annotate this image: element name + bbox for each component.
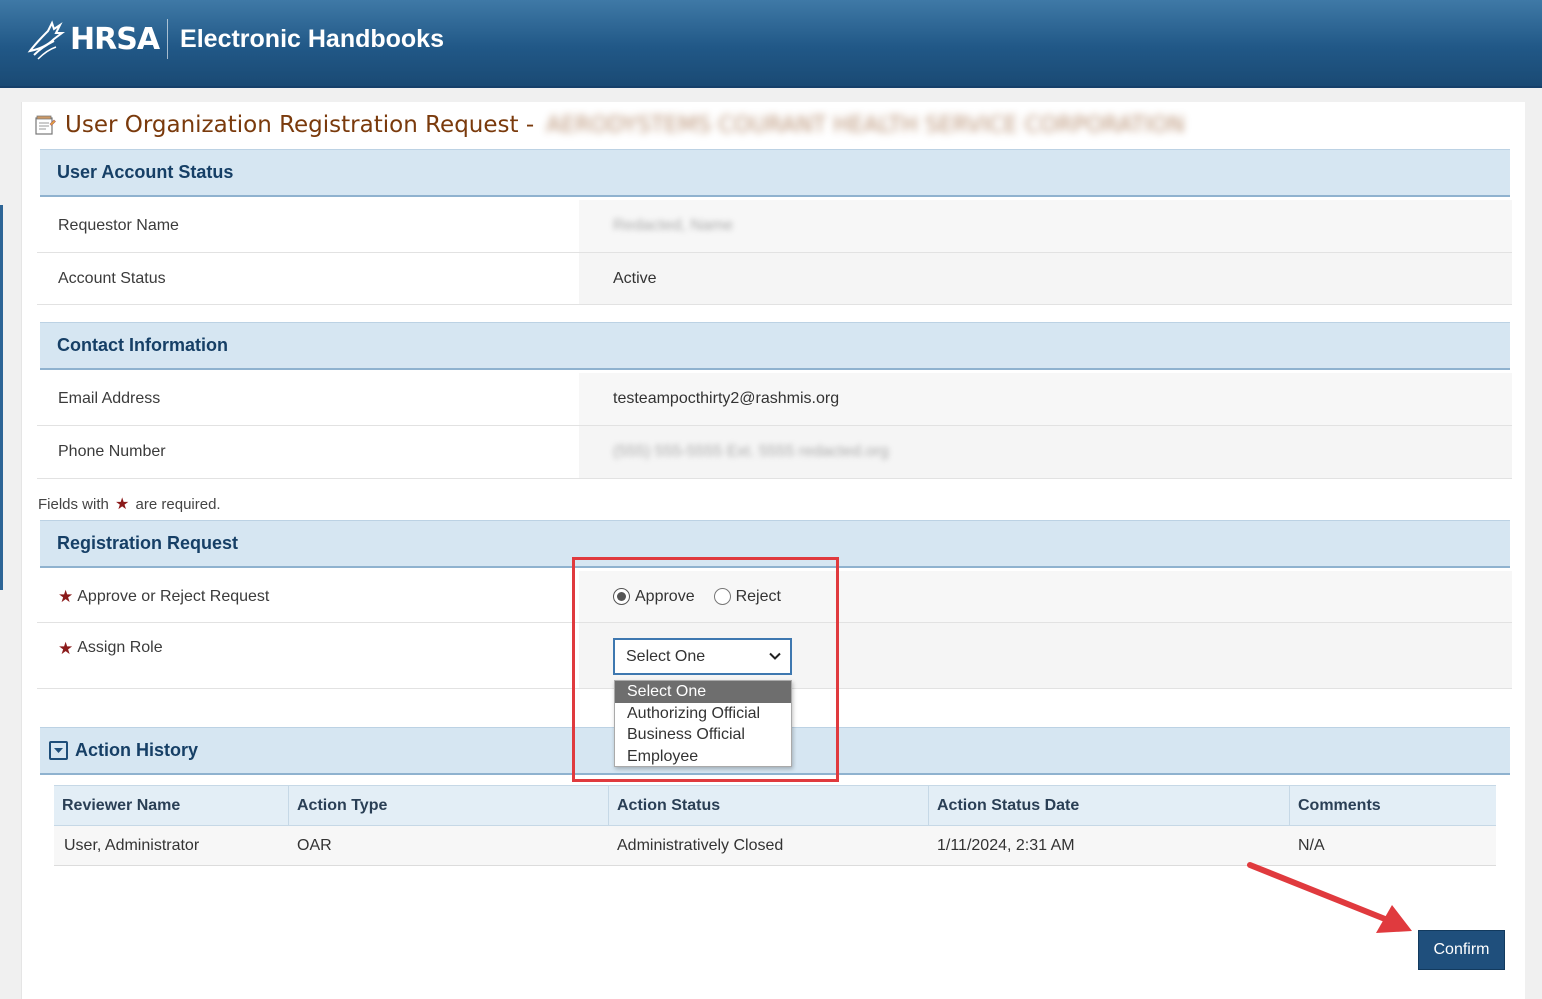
- email-value: testeampocthirty2@rashmis.org: [579, 373, 1512, 425]
- hrsa-logo[interactable]: HRSA Electronic Handbooks: [26, 14, 444, 64]
- table-header-row: Reviewer Name Action Type Action Status …: [54, 785, 1496, 826]
- notepad-icon: [35, 115, 56, 135]
- section-user-account-status: User Account Status: [40, 149, 1510, 197]
- organization-name-redacted: AERODYSTEMS COURANT HEALTH SERVICE CORPO…: [546, 112, 1185, 138]
- phone-value: (555) 555-5555 Ext. 5555 redacted.org: [613, 443, 889, 460]
- requestor-name-label: Requestor Name: [58, 217, 179, 234]
- required-note-prefix: Fields with: [38, 496, 109, 513]
- logo-text: HRSA: [70, 21, 160, 57]
- page-title: User Organization Registration Request -…: [34, 109, 1185, 141]
- app-header: HRSA Electronic Handbooks: [0, 0, 1542, 88]
- confirm-button[interactable]: Confirm: [1418, 930, 1505, 970]
- highlight-annotation-box: [572, 557, 839, 782]
- column-header-action-status[interactable]: Action Status: [609, 786, 929, 825]
- left-accent-bar: [0, 205, 3, 590]
- required-star-icon: ★: [58, 586, 74, 606]
- column-header-reviewer-name[interactable]: Reviewer Name: [54, 786, 289, 825]
- app-title: Electronic Handbooks: [180, 24, 444, 53]
- annotation-arrow-icon: [1247, 862, 1412, 933]
- required-star-icon: ★: [58, 639, 74, 658]
- column-header-action-status-date[interactable]: Action Status Date: [929, 786, 1290, 825]
- column-header-action-type[interactable]: Action Type: [289, 786, 609, 825]
- required-star-icon: ★: [115, 496, 130, 513]
- phone-row: Phone Number (555) 555-5555 Ext. 5555 re…: [37, 426, 1512, 479]
- eagle-icon: [27, 20, 65, 60]
- account-status-row: Account Status Active: [37, 253, 1512, 305]
- requestor-name-row: Requestor Name Redacted, Name: [37, 200, 1512, 253]
- column-header-comments[interactable]: Comments: [1290, 786, 1496, 825]
- approve-reject-label-cell: ★ Approve or Reject Request: [37, 571, 579, 622]
- section-heading: Contact Information: [57, 335, 228, 355]
- phone-value-cell: (555) 555-5555 Ext. 5555 redacted.org: [579, 426, 1512, 478]
- required-fields-note: Fields with ★ are required.: [38, 494, 221, 514]
- account-status-value: Active: [579, 253, 1512, 304]
- section-heading: Action History: [75, 740, 199, 760]
- requestor-name-value: Redacted, Name: [613, 217, 734, 234]
- reviewer-name-cell: User, Administrator: [64, 836, 200, 854]
- assign-role-label: Assign Role: [77, 639, 163, 656]
- phone-label: Phone Number: [58, 443, 166, 460]
- page-title-text: User Organization Registration Request -: [65, 112, 535, 138]
- section-contact-information: Contact Information: [40, 322, 1510, 370]
- requestor-name-value-cell: Redacted, Name: [579, 200, 1512, 252]
- account-status-label: Account Status: [58, 269, 166, 287]
- approve-reject-label: Approve or Reject Request: [77, 587, 270, 605]
- action-status-cell: Administratively Closed: [617, 836, 784, 854]
- action-status-date-cell: 1/11/2024, 2:31 AM: [937, 836, 1075, 854]
- logo-divider: [167, 19, 169, 59]
- section-heading: Registration Request: [57, 533, 239, 553]
- email-label: Email Address: [58, 390, 161, 407]
- assign-role-label-cell: ★ Assign Role: [37, 623, 579, 688]
- action-type-cell: OAR: [297, 836, 332, 854]
- collapse-toggle-icon[interactable]: [49, 741, 68, 760]
- required-note-suffix: are required.: [135, 496, 221, 513]
- action-history-table: Reviewer Name Action Type Action Status …: [54, 785, 1496, 866]
- email-row: Email Address testeampocthirty2@rashmis.…: [37, 373, 1512, 426]
- section-heading: User Account Status: [57, 162, 234, 182]
